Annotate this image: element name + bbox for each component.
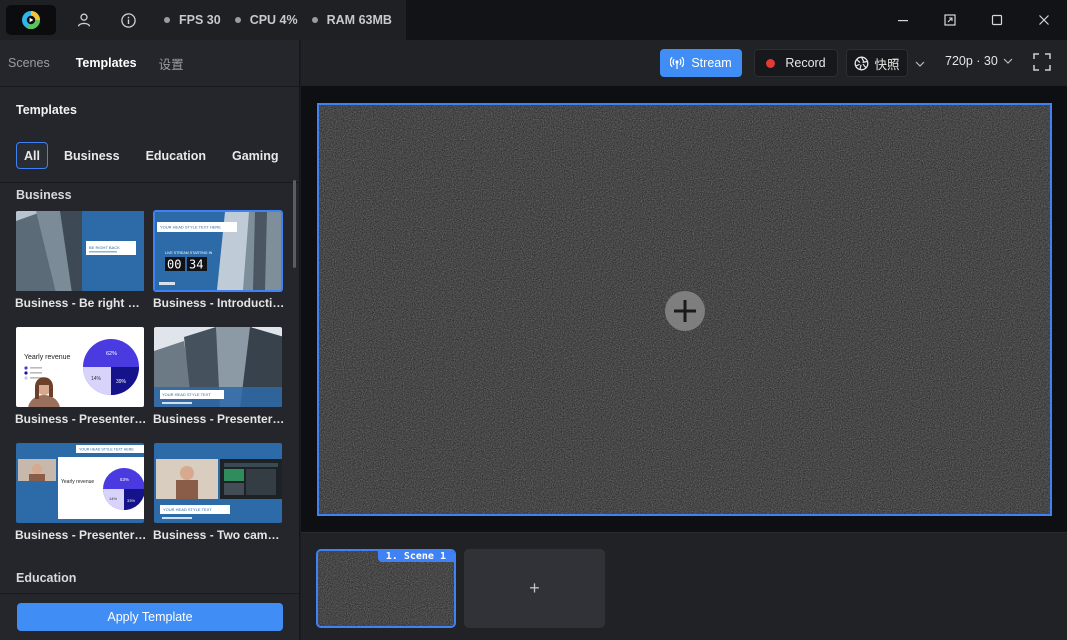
record-label: Record — [785, 56, 826, 70]
add-scene-button[interactable]: + — [464, 549, 605, 628]
templates-list[interactable]: Business BE RIGHT BACK Business - Be rig… — [0, 183, 299, 593]
fps-stat: FPS 30 — [164, 13, 221, 27]
template-name: Business - Presenter o... — [15, 412, 147, 426]
apply-footer: Apply Template — [0, 593, 299, 640]
filter-education[interactable]: Education — [136, 142, 216, 169]
preview-area — [301, 86, 1067, 532]
templates-scrollbar[interactable] — [293, 180, 296, 268]
ram-label: RAM 63MB — [326, 13, 392, 27]
pie-label: 14% — [109, 496, 117, 501]
title-bar-left: FPS 30 CPU 4% RAM 63MB — [0, 0, 406, 40]
pie-label: 53% — [120, 477, 129, 482]
tab-settings[interactable]: 设置 — [151, 40, 192, 87]
pie-label: 62% — [106, 351, 117, 357]
section-business-label: Business — [16, 188, 72, 202]
fullscreen-icon[interactable] — [1033, 53, 1051, 74]
close-button[interactable] — [1020, 0, 1067, 40]
record-button[interactable]: Record — [754, 49, 838, 77]
chevron-down-icon — [1003, 58, 1013, 64]
yearly-revenue-text: Yearly revenue — [24, 354, 71, 361]
panel-tabs: Scenes Templates 设置 — [0, 40, 299, 87]
app-logo-icon — [22, 11, 41, 30]
scene-strip: 1. Scene 1 + — [301, 532, 1067, 640]
snapshot-button[interactable]: 快照 — [846, 49, 908, 77]
template-thumbnail: Yearly revenue 62% 14% 39% — [15, 326, 145, 408]
tab-templates[interactable]: Templates — [68, 40, 145, 87]
fps-dot — [164, 17, 170, 23]
filter-all[interactable]: All — [16, 142, 48, 169]
panel-title: Templates — [16, 103, 77, 117]
scene-label: 1. Scene 1 — [377, 551, 454, 562]
main-toolbar: Stream Record 快照 720p · 30 — [301, 40, 1067, 86]
scene-card[interactable]: 1. Scene 1 — [316, 549, 456, 628]
minimize-button[interactable] — [879, 0, 926, 40]
add-source-button[interactable] — [665, 291, 705, 331]
pie-label: 39% — [116, 379, 127, 385]
lower-third-text: YOUR HEAD STYLE TEXT — [163, 507, 212, 512]
section-education-label: Education — [16, 571, 77, 585]
stream-label: Stream — [691, 56, 732, 70]
brb-title: BE RIGHT BACK — [89, 245, 120, 250]
template-thumbnail: YOUR HEAD STYLE TEXT HERE Yearly revenue… — [15, 442, 145, 524]
title-bar: FPS 30 CPU 4% RAM 63MB — [0, 0, 1067, 40]
pie-label: 33% — [127, 498, 135, 503]
window-controls — [879, 0, 1067, 40]
minimize-icon — [897, 20, 908, 22]
apply-template-button[interactable]: Apply Template — [17, 603, 283, 631]
split-head-text: YOUR HEAD STYLE TEXT HERE — [79, 448, 134, 452]
maximize-icon — [991, 14, 1002, 26]
yearly-revenue-text: Yearly revenue — [61, 479, 94, 485]
starting-text: LIVE STREAM STARTING IN — [165, 251, 213, 255]
chevron-down-icon[interactable] — [915, 56, 925, 71]
scene-thumbnail-noise — [318, 551, 454, 626]
cpu-label: CPU 4% — [249, 13, 298, 27]
record-dot-icon — [766, 58, 776, 68]
pie-label: 14% — [91, 376, 102, 382]
resolution-value: 720p · 30 — [945, 54, 998, 68]
stream-button[interactable]: Stream — [660, 49, 742, 77]
template-card[interactable]: YOUR HEAD STYLE TEXT Business - Presente… — [153, 326, 285, 426]
template-card-selected[interactable]: YOUR HEAD STYLE TEXT HERE LIVE STREAM ST… — [153, 210, 285, 310]
aperture-icon — [855, 56, 869, 70]
template-card[interactable]: BE RIGHT BACK Business - Be right back — [15, 210, 147, 310]
ram-stat: RAM 63MB — [311, 13, 392, 27]
user-icon[interactable] — [62, 0, 106, 40]
info-icon[interactable] — [106, 0, 150, 40]
template-name: Business - Presenter s... — [15, 528, 147, 542]
template-card[interactable]: YOUR HEAD STYLE TEXT Business - Two came… — [153, 442, 285, 542]
template-thumbnail: YOUR HEAD STYLE TEXT — [153, 442, 283, 524]
template-name: Business - Two camer... — [153, 528, 285, 542]
ram-dot — [311, 17, 318, 23]
lower-third-text: YOUR HEAD STYLE TEXT — [162, 392, 211, 397]
resolution-select[interactable]: 720p · 30 — [945, 54, 1013, 68]
timer-seconds: 34 — [189, 258, 203, 272]
template-card[interactable]: Yearly revenue 62% 14% 39% Business - Pr… — [15, 326, 147, 426]
filter-business[interactable]: Business — [54, 142, 130, 169]
filter-chips: All Business Education Gaming — [16, 142, 313, 169]
popout-button[interactable] — [926, 0, 973, 40]
filter-gaming[interactable]: Gaming — [222, 142, 289, 169]
app-logo[interactable] — [6, 5, 56, 35]
preview-canvas[interactable] — [317, 103, 1052, 516]
template-name: Business - Presenter o... — [153, 412, 285, 426]
template-name: Business - Be right back — [15, 296, 147, 310]
broadcast-icon — [670, 56, 685, 69]
tab-scenes[interactable]: Scenes — [0, 40, 58, 87]
fps-label: FPS 30 — [179, 13, 221, 27]
close-icon — [1038, 15, 1049, 25]
template-name: Business - Introduction — [153, 296, 285, 310]
cpu-dot — [234, 17, 241, 23]
popout-icon — [943, 14, 956, 26]
plus-icon — [674, 300, 696, 322]
cpu-stat: CPU 4% — [234, 13, 298, 27]
template-thumbnail: YOUR HEAD STYLE TEXT HERE LIVE STREAM ST… — [153, 210, 283, 292]
templates-panel: Scenes Templates 设置 Templates All Busine… — [0, 40, 312, 640]
intro-head-text: YOUR HEAD STYLE TEXT HERE — [160, 225, 221, 230]
snapshot-label: 快照 — [874, 57, 900, 72]
template-thumbnail: BE RIGHT BACK — [15, 210, 145, 292]
template-card[interactable]: YOUR HEAD STYLE TEXT HERE Yearly revenue… — [15, 442, 147, 542]
timer-minutes: 00 — [167, 258, 181, 272]
maximize-button[interactable] — [973, 0, 1020, 40]
template-thumbnail: YOUR HEAD STYLE TEXT — [153, 326, 283, 408]
